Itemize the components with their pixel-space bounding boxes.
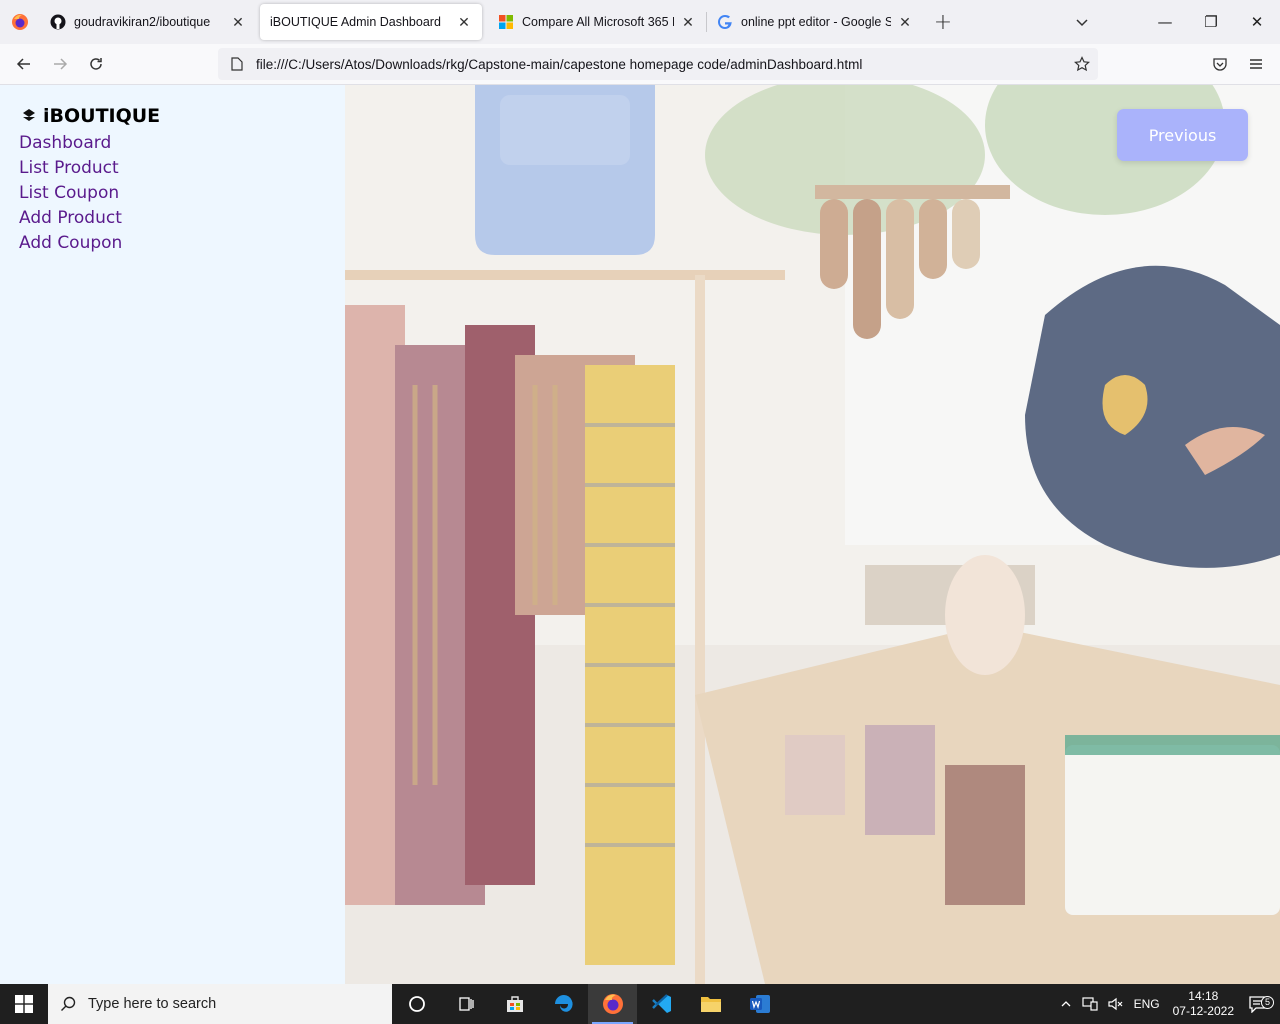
chevron-up-icon[interactable] bbox=[1055, 998, 1077, 1010]
file-explorer-icon[interactable] bbox=[686, 984, 735, 1024]
chevron-down-icon[interactable] bbox=[1066, 6, 1098, 38]
window-controls: — ❐ ✕ bbox=[1142, 0, 1280, 44]
tab-microsoft[interactable]: Compare All Microsoft 365 Plan ✕ bbox=[488, 4, 706, 40]
url-text[interactable]: file:///C:/Users/Atos/Downloads/rkg/Caps… bbox=[252, 57, 1066, 72]
brand-name: iBOUTIQUE bbox=[43, 105, 161, 127]
cortana-icon[interactable] bbox=[392, 984, 441, 1024]
nav-link-dashboard[interactable]: Dashboard bbox=[19, 131, 326, 156]
language-indicator[interactable]: ENG bbox=[1129, 997, 1165, 1011]
minimize-icon[interactable]: — bbox=[1142, 0, 1188, 44]
nav-link-add-coupon[interactable]: Add Coupon bbox=[19, 231, 326, 256]
close-window-icon[interactable]: ✕ bbox=[1234, 0, 1280, 44]
hero-image: Previous bbox=[345, 85, 1280, 984]
restore-icon[interactable]: ❐ bbox=[1188, 0, 1234, 44]
page-content: iBOUTIQUE Dashboard List Product List Co… bbox=[0, 85, 1280, 984]
tab-google[interactable]: online ppt editor - Google Searc ✕ bbox=[707, 4, 923, 40]
tab-title: iBOUTIQUE Admin Dashboard bbox=[270, 15, 441, 29]
new-tab-button[interactable]: + bbox=[923, 4, 963, 40]
windows-start-icon[interactable] bbox=[0, 984, 48, 1024]
star-icon[interactable] bbox=[1066, 56, 1098, 72]
close-icon[interactable]: ✕ bbox=[230, 14, 246, 31]
brand[interactable]: iBOUTIQUE bbox=[19, 105, 326, 127]
tab-title: Compare All Microsoft 365 Plan bbox=[522, 15, 674, 29]
tab-github[interactable]: goudravikiran2/iboutique ✕ bbox=[40, 4, 256, 40]
close-icon[interactable]: ✕ bbox=[456, 14, 472, 31]
search-placeholder: Type here to search bbox=[88, 996, 217, 1012]
network-icon[interactable] bbox=[1077, 997, 1103, 1011]
back-arrow-icon[interactable] bbox=[8, 48, 40, 80]
firefox-icon[interactable] bbox=[0, 0, 40, 44]
browser-nav-bar: file:///C:/Users/Atos/Downloads/rkg/Caps… bbox=[0, 44, 1280, 85]
page-icon bbox=[222, 57, 252, 71]
task-view-icon[interactable] bbox=[441, 984, 490, 1024]
logo-icon bbox=[23, 109, 35, 121]
firefox-taskbar-icon[interactable] bbox=[588, 984, 637, 1024]
notification-count: 5 bbox=[1261, 996, 1274, 1009]
google-icon bbox=[717, 14, 733, 30]
close-icon[interactable]: ✕ bbox=[897, 14, 913, 31]
boutique-photo bbox=[345, 85, 1280, 984]
windows-taskbar: Type here to search ENG 14:18 07-12-2022… bbox=[0, 984, 1280, 1024]
close-icon[interactable]: ✕ bbox=[680, 14, 696, 31]
tab-title: online ppt editor - Google Searc bbox=[741, 15, 891, 29]
tab-admin-dashboard[interactable]: iBOUTIQUE Admin Dashboard ✕ bbox=[260, 4, 482, 40]
nav-link-list-coupon[interactable]: List Coupon bbox=[19, 181, 326, 206]
github-icon bbox=[50, 14, 66, 30]
menu-icon[interactable] bbox=[1240, 48, 1272, 80]
edge-icon[interactable] bbox=[539, 984, 588, 1024]
forward-arrow-icon[interactable] bbox=[44, 48, 76, 80]
clock-time: 14:18 bbox=[1188, 989, 1219, 1003]
url-bar[interactable]: file:///C:/Users/Atos/Downloads/rkg/Caps… bbox=[218, 48, 1098, 80]
microsoft-icon bbox=[498, 14, 514, 30]
nav-link-add-product[interactable]: Add Product bbox=[19, 206, 326, 231]
pocket-icon[interactable] bbox=[1204, 48, 1236, 80]
previous-button[interactable]: Previous bbox=[1117, 109, 1248, 161]
word-icon[interactable] bbox=[735, 984, 784, 1024]
system-tray: ENG 14:18 07-12-2022 5 bbox=[1055, 984, 1280, 1024]
sidebar: iBOUTIQUE Dashboard List Product List Co… bbox=[0, 85, 345, 984]
speaker-muted-icon[interactable] bbox=[1103, 997, 1129, 1011]
browser-tab-bar: goudravikiran2/iboutique ✕ iBOUTIQUE Adm… bbox=[0, 0, 1280, 44]
vscode-icon[interactable] bbox=[637, 984, 686, 1024]
clock[interactable]: 14:18 07-12-2022 bbox=[1165, 989, 1242, 1019]
tab-title: goudravikiran2/iboutique bbox=[74, 15, 211, 29]
nav-link-list-product[interactable]: List Product bbox=[19, 156, 326, 181]
notification-icon[interactable]: 5 bbox=[1242, 995, 1280, 1013]
search-icon bbox=[48, 996, 88, 1012]
taskbar-search[interactable]: Type here to search bbox=[48, 984, 392, 1024]
store-icon[interactable] bbox=[490, 984, 539, 1024]
clock-date: 07-12-2022 bbox=[1172, 1004, 1234, 1018]
reload-icon[interactable] bbox=[80, 48, 112, 80]
